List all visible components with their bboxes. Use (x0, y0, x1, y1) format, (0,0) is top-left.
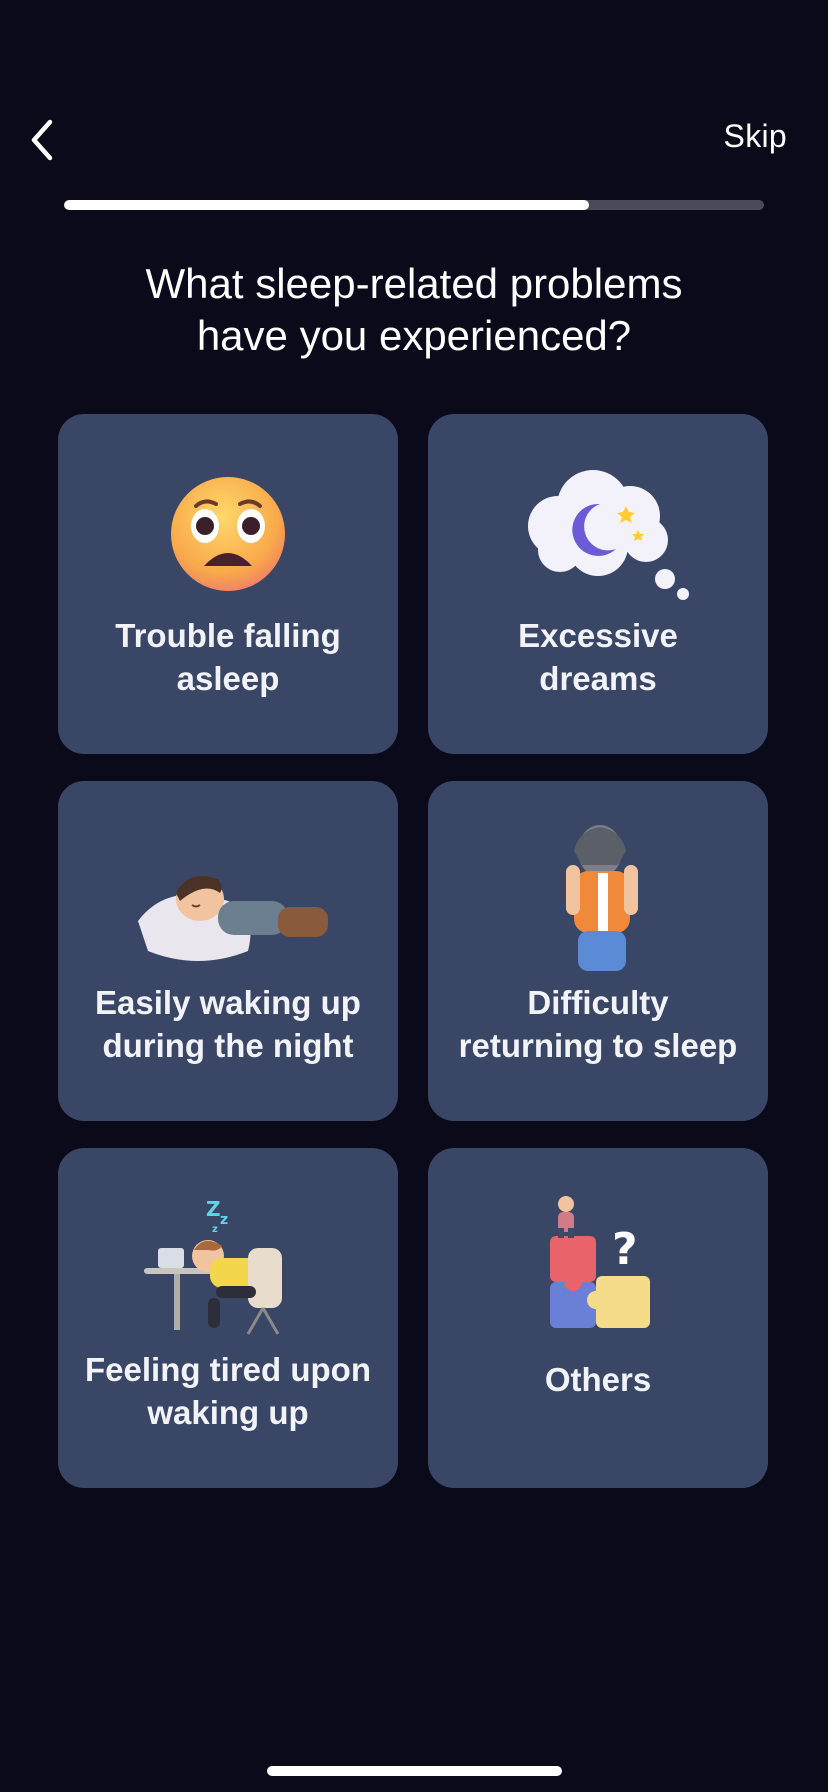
sleeping-person-icon (108, 821, 348, 971)
home-indicator[interactable] (267, 1766, 562, 1776)
chevron-left-icon (31, 119, 53, 161)
svg-text:z: z (212, 1224, 218, 1235)
options-grid: Trouble falling asleep Excessive dreams … (58, 414, 770, 1488)
option-card-difficulty-returning-to-sleep[interactable]: Difficulty returning to sleep (428, 781, 768, 1121)
anxious-face-icon (108, 454, 348, 604)
svg-text:z: z (220, 1212, 228, 1228)
progress-bar-fill (64, 200, 589, 210)
option-label: Trouble falling asleep (115, 617, 341, 697)
dream-cloud-moon-icon (478, 454, 718, 604)
stressed-person-icon (478, 821, 718, 971)
option-card-excessive-dreams[interactable]: Excessive dreams (428, 414, 768, 754)
option-card-easily-waking-up[interactable]: Easily waking up during the night (58, 781, 398, 1121)
tired-desk-person-icon: Z z z (108, 1188, 348, 1338)
option-card-others[interactable]: ? Others (428, 1148, 768, 1488)
svg-text:Z: Z (206, 1197, 221, 1221)
option-label: Feeling tired upon waking up (85, 1351, 371, 1431)
option-label: Excessive dreams (518, 617, 678, 697)
option-label: Difficulty returning to sleep (458, 984, 738, 1064)
option-card-trouble-falling-asleep[interactable]: Trouble falling asleep (58, 414, 398, 754)
page-title: What sleep-related problems have you exp… (145, 260, 683, 359)
onboarding-screen: Skip What sleep-related problems have yo… (0, 0, 828, 1792)
puzzle-question-icon: ? (478, 1188, 718, 1338)
option-card-feeling-tired[interactable]: Z z z Feeling tired upon waking up (58, 1148, 398, 1488)
progress-bar (64, 200, 764, 210)
back-button[interactable] (18, 112, 66, 168)
option-label: Easily waking up during the night (95, 984, 361, 1064)
svg-text:?: ? (612, 1224, 638, 1275)
option-label: Others (544, 1361, 652, 1398)
skip-button[interactable]: Skip (724, 118, 787, 155)
